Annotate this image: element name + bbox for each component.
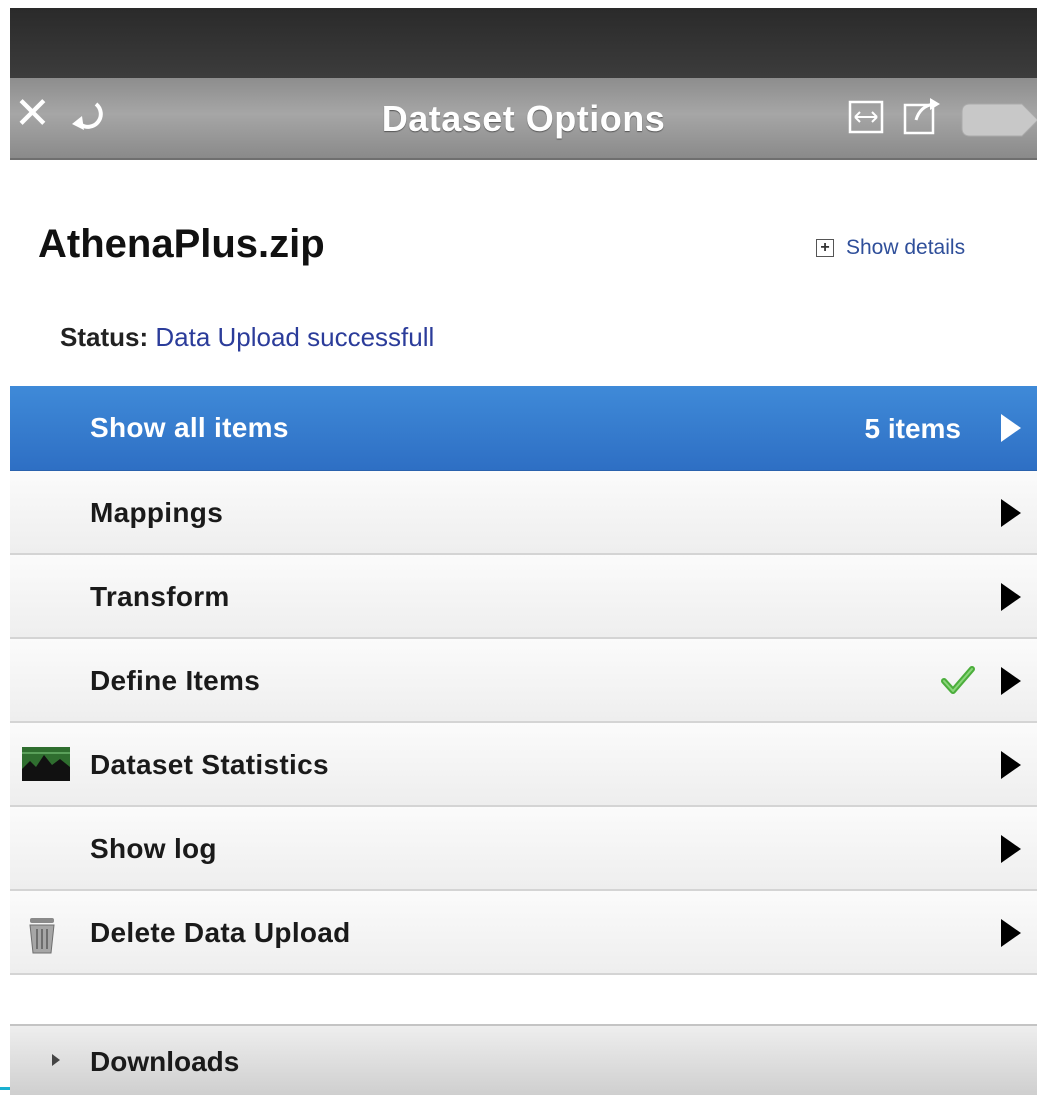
menu-item-mappings[interactable]: Mappings xyxy=(10,471,1037,555)
downloads-label: Downloads xyxy=(90,1046,240,1077)
status-label: Status: xyxy=(60,322,149,352)
chevron-right-icon xyxy=(1001,414,1021,442)
corner-accent xyxy=(0,1087,10,1090)
status-line: Status: Data Upload successfull xyxy=(60,322,434,353)
menu-item-show-log[interactable]: Show log xyxy=(10,807,1037,891)
chart-icon xyxy=(22,747,70,786)
menu-item-label: Show log xyxy=(90,833,217,864)
chevron-right-icon xyxy=(1001,919,1021,947)
menu-item-transform[interactable]: Transform xyxy=(10,555,1037,639)
downloads-section-toggle[interactable]: Downloads xyxy=(10,1024,1037,1095)
chevron-right-icon xyxy=(1001,835,1021,863)
checkmark-icon xyxy=(941,665,975,700)
dataset-options-menu: Show all items 5 items Mappings Transfor… xyxy=(10,386,1037,975)
menu-item-label: Mappings xyxy=(90,497,224,528)
expand-plus-icon: + xyxy=(816,239,834,257)
menu-item-label: Transform xyxy=(90,581,230,612)
export-icon[interactable] xyxy=(902,96,942,141)
menu-item-define-items[interactable]: Define Items xyxy=(10,639,1037,723)
dataset-name: AthenaPlus.zip xyxy=(38,222,325,266)
menu-item-label: Define Items xyxy=(90,665,261,696)
expand-triangle-icon xyxy=(52,1054,60,1066)
chevron-right-icon xyxy=(1001,751,1021,779)
menu-item-label: Dataset Statistics xyxy=(90,749,329,780)
menu-item-label: Show all items xyxy=(90,412,289,443)
show-details-link[interactable]: + Show details xyxy=(816,236,965,260)
chevron-right-icon xyxy=(1001,499,1021,527)
status-value: Data Upload successfull xyxy=(155,322,435,352)
expand-icon[interactable] xyxy=(848,100,884,139)
menu-item-dataset-statistics[interactable]: Dataset Statistics xyxy=(10,723,1037,807)
items-count-badge: 5 items xyxy=(864,413,962,444)
chevron-right-icon xyxy=(1001,583,1021,611)
menu-item-show-all-items[interactable]: Show all items 5 items xyxy=(10,386,1037,471)
show-details-label: Show details xyxy=(846,236,966,259)
trash-icon xyxy=(22,915,62,960)
tag-icon[interactable] xyxy=(960,102,1037,138)
title-bar: ✕ Dataset Options xyxy=(10,78,1037,160)
menu-item-label: Delete Data Upload xyxy=(90,917,351,948)
menu-item-delete-data-upload[interactable]: Delete Data Upload xyxy=(10,891,1037,975)
chevron-right-icon xyxy=(1001,667,1021,695)
top-status-bar xyxy=(10,8,1037,78)
